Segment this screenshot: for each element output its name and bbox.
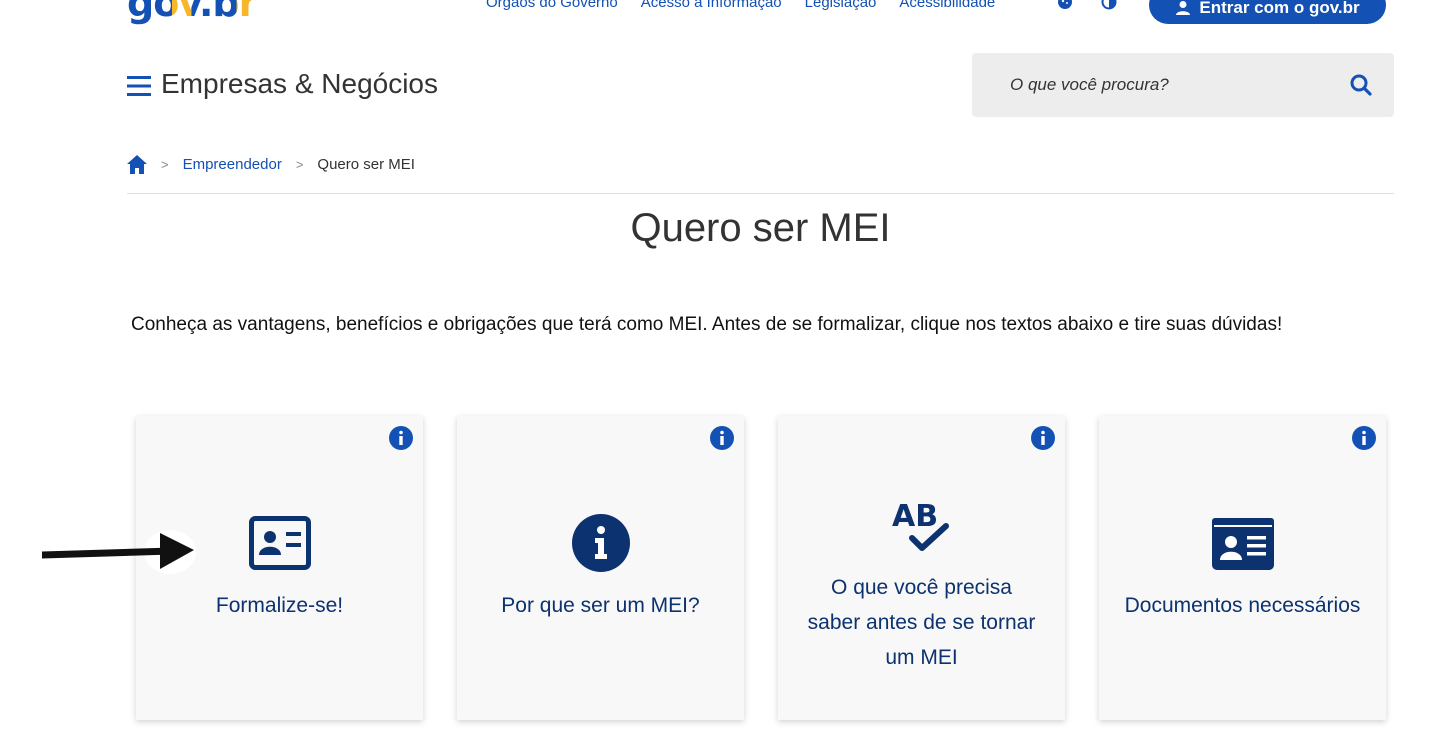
info-icon[interactable] bbox=[1031, 426, 1055, 450]
home-icon[interactable] bbox=[127, 155, 147, 174]
card-label: Formalize-se! bbox=[215, 594, 344, 617]
login-label: Entrar com o gov.br bbox=[1199, 0, 1360, 17]
card-label-line: um MEI bbox=[885, 646, 958, 669]
card-label: Por que ser um MEI? bbox=[501, 594, 700, 617]
link-acessibilidade[interactable]: Acessibilidade bbox=[899, 0, 995, 11]
search-input[interactable] bbox=[1008, 74, 1312, 96]
site-title[interactable]: Empresas & Negócios bbox=[161, 68, 438, 100]
link-acesso-informacao[interactable]: Acesso à Informação bbox=[641, 0, 782, 11]
page-title: Quero ser MEI bbox=[630, 206, 891, 250]
info-icon[interactable] bbox=[389, 426, 413, 450]
chevron-right-icon: > bbox=[161, 157, 169, 172]
card-label-line: O que você precisa bbox=[831, 576, 1012, 599]
breadcrumb-empreendedor[interactable]: Empreendedor bbox=[183, 156, 282, 173]
id-card-icon bbox=[248, 516, 311, 570]
intro-text: Conheça as vantagens, benefícios e obrig… bbox=[131, 314, 1283, 335]
ab-check-icon: AB bbox=[892, 499, 949, 551]
top-nav: Órgãos do Governo Acesso à Informação Le… bbox=[486, 0, 995, 11]
search-icon[interactable] bbox=[1350, 74, 1372, 96]
user-icon bbox=[1176, 1, 1191, 15]
document-card-icon bbox=[1211, 518, 1274, 570]
arrow-right-icon bbox=[42, 530, 196, 574]
contrast-icon[interactable] bbox=[1101, 0, 1117, 10]
card-o-que-precisa-saber[interactable]: AB O que você precisa saber antes de se … bbox=[778, 416, 1065, 720]
info-icon[interactable] bbox=[1352, 426, 1376, 450]
search-box bbox=[972, 53, 1394, 117]
chevron-right-icon: > bbox=[295, 157, 304, 172]
login-button[interactable]: Entrar com o gov.br bbox=[1149, 0, 1386, 24]
breadcrumb: > Empreendedor > Quero ser MEI bbox=[127, 155, 415, 174]
info-icon[interactable] bbox=[710, 426, 734, 450]
hamburger-menu-icon[interactable] bbox=[127, 74, 151, 98]
card-label: Documentos necessários bbox=[1124, 594, 1361, 617]
divider bbox=[127, 193, 1394, 194]
link-legislacao[interactable]: Legislação bbox=[805, 0, 877, 11]
card-por-que-mei[interactable]: Por que ser um MEI? bbox=[457, 416, 744, 720]
breadcrumb-current: Quero ser MEI bbox=[317, 156, 415, 173]
card-label-line: saber antes de se tornar bbox=[807, 611, 1036, 634]
info-circle-icon bbox=[571, 514, 630, 572]
card-label-multiline: O que você precisa saber antes de se tor… bbox=[778, 570, 1065, 675]
card-documentos-necessarios[interactable]: Documentos necessários bbox=[1099, 416, 1386, 720]
cookie-icon[interactable] bbox=[1057, 0, 1073, 10]
svg-text:AB: AB bbox=[892, 499, 938, 534]
link-orgaos[interactable]: Órgãos do Governo bbox=[486, 0, 618, 11]
govbr-logo[interactable]: gov.br bbox=[127, 0, 257, 22]
